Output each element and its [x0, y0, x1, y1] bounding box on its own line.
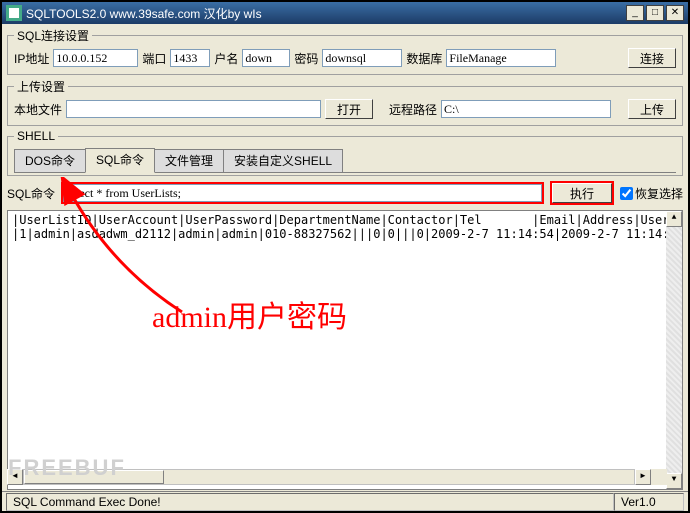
results-pane: |UserListID|UserAccount|UserPassword|Dep… — [7, 210, 683, 490]
sql-query-highlight — [61, 182, 544, 204]
sql-connection-group: SQL连接设置 IP地址 端口 户名 密码 数据库 连接 — [7, 27, 683, 75]
vertical-scrollbar[interactable]: ▲ ▼ — [666, 211, 682, 489]
open-button[interactable]: 打开 — [325, 99, 373, 119]
tab-strip: DOS命令 SQL命令 文件管理 安装自定义SHELL — [14, 147, 676, 173]
status-version: Ver1.0 — [614, 493, 684, 511]
restore-select-text: 恢复选择 — [635, 185, 683, 202]
sql-cmd-label: SQL命令 — [7, 185, 55, 202]
sql-conn-legend: SQL连接设置 — [14, 27, 92, 44]
hscroll-thumb[interactable] — [24, 470, 164, 484]
exec-highlight: 执行 — [550, 181, 614, 205]
db-input[interactable] — [446, 49, 556, 67]
minimize-button[interactable]: _ — [626, 5, 644, 21]
connect-button[interactable]: 连接 — [628, 48, 676, 68]
tab-custom-shell[interactable]: 安装自定义SHELL — [223, 149, 343, 172]
restore-select-label[interactable]: 恢复选择 — [620, 185, 683, 202]
status-bar: SQL Command Exec Done! Ver1.0 — [2, 491, 688, 511]
db-label: 数据库 — [406, 50, 442, 67]
port-input[interactable] — [170, 49, 210, 67]
scroll-right-icon[interactable]: ► — [635, 469, 651, 485]
close-button[interactable]: ✕ — [666, 5, 684, 21]
pwd-label: 密码 — [294, 50, 318, 67]
tab-dos[interactable]: DOS命令 — [14, 149, 86, 172]
execute-button[interactable]: 执行 — [552, 183, 612, 203]
local-file-input[interactable] — [66, 100, 321, 118]
sql-command-row: SQL命令 执行 恢复选择 — [7, 181, 683, 205]
status-message: SQL Command Exec Done! — [6, 493, 614, 511]
port-label: 端口 — [142, 50, 166, 67]
app-window: SQLTOOLS2.0 www.39safe.com 汉化by wIs _ □ … — [0, 0, 690, 513]
app-icon — [6, 5, 22, 21]
ip-label: IP地址 — [14, 50, 49, 67]
ip-input[interactable] — [53, 49, 138, 67]
hscroll-track[interactable] — [23, 469, 635, 485]
scroll-up-icon[interactable]: ▲ — [666, 211, 682, 227]
window-title: SQLTOOLS2.0 www.39safe.com 汉化by wIs — [26, 5, 626, 22]
results-text[interactable]: |UserListID|UserAccount|UserPassword|Dep… — [8, 211, 682, 243]
local-file-label: 本地文件 — [14, 101, 62, 118]
vscroll-track[interactable] — [666, 227, 682, 473]
upload-button[interactable]: 上传 — [628, 99, 676, 119]
remote-path-label: 远程路径 — [389, 101, 437, 118]
scroll-corner — [651, 469, 667, 485]
upload-group: 上传设置 本地文件 打开 远程路径 上传 — [7, 78, 683, 126]
restore-select-checkbox[interactable] — [620, 187, 633, 200]
pwd-input[interactable] — [322, 49, 402, 67]
shell-legend: SHELL — [14, 129, 58, 143]
scroll-left-icon[interactable]: ◄ — [7, 469, 23, 485]
tab-file[interactable]: 文件管理 — [154, 149, 224, 172]
scroll-down-icon[interactable]: ▼ — [666, 473, 682, 489]
user-input[interactable] — [242, 49, 290, 67]
horizontal-scrollbar[interactable]: ◄ ► — [7, 469, 667, 485]
shell-group: SHELL DOS命令 SQL命令 文件管理 安装自定义SHELL — [7, 129, 683, 176]
user-label: 户名 — [214, 50, 238, 67]
sql-query-input[interactable] — [63, 184, 542, 202]
remote-path-input[interactable] — [441, 100, 611, 118]
maximize-button[interactable]: □ — [646, 5, 664, 21]
upload-legend: 上传设置 — [14, 78, 68, 95]
tab-sql[interactable]: SQL命令 — [85, 148, 155, 173]
titlebar: SQLTOOLS2.0 www.39safe.com 汉化by wIs _ □ … — [2, 2, 688, 24]
